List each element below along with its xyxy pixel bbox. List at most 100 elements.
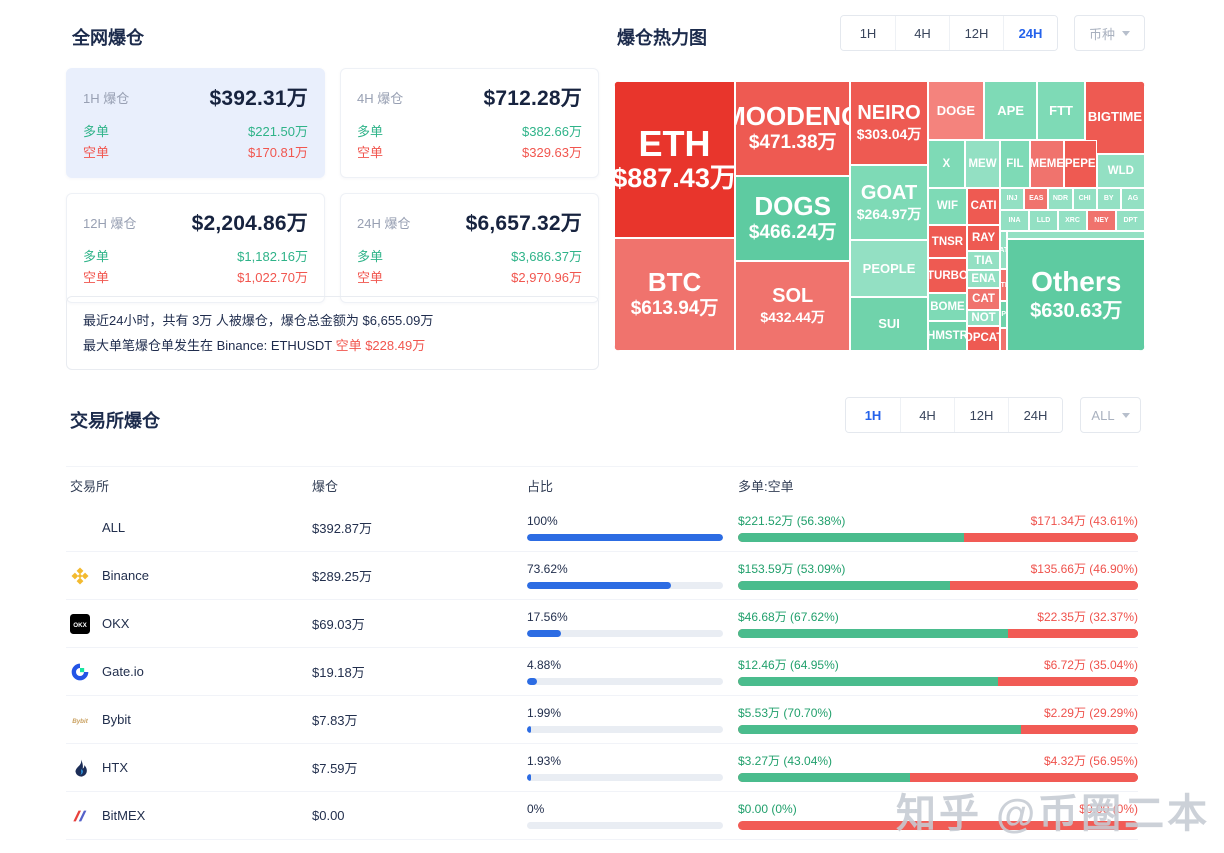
treemap-tile-hmstr[interactable]: HMSTR: [928, 321, 967, 351]
treemap-tile-x[interactable]: X: [928, 140, 965, 188]
treemap-tile-dpt[interactable]: DPT: [1116, 210, 1145, 231]
treemap-tile-ftt[interactable]: FTT: [1037, 81, 1085, 140]
share-percent-label: 100%: [527, 514, 738, 528]
treemap-tile-tnsr[interactable]: TNSR: [928, 225, 967, 258]
share-percent-label: 1.93%: [527, 754, 738, 768]
treemap-tile-ney[interactable]: NEY: [1087, 210, 1116, 231]
exchange-tab-4h[interactable]: 4H: [900, 398, 954, 432]
treemap-tile-cati[interactable]: CATI: [967, 188, 1000, 225]
share-cell: 0%: [527, 802, 738, 829]
treemap-tile-bome[interactable]: BOME: [928, 293, 967, 321]
treemap-tile-ndr[interactable]: NDR: [1048, 188, 1072, 210]
liquidation-value: $7.83万: [312, 710, 527, 729]
long-short-cell: $153.59万 (53.09%)$135.66万 (46.90%): [738, 562, 1138, 590]
table-row-okx[interactable]: OKXOKX$69.03万17.56%$46.68万 (67.62%)$22.3…: [66, 600, 1138, 648]
short-value: $2,970.96万: [511, 267, 582, 288]
treemap-tile-meme[interactable]: MEME: [1030, 140, 1064, 188]
exchange-tab-1h[interactable]: 1H: [846, 398, 900, 432]
treemap-tile-wif[interactable]: WIF: [928, 188, 967, 225]
heatmap-tab-12h[interactable]: 12H: [949, 16, 1003, 50]
exchange-tab-12h[interactable]: 12H: [954, 398, 1008, 432]
table-row-bitmex[interactable]: BitMEX$0.000%$0.00 (0%)$0.00 (0%): [66, 792, 1138, 840]
treemap-tile-eth[interactable]: ETH$887.43万: [614, 81, 735, 238]
exchange-name: Bybit: [102, 712, 131, 727]
treemap-tile-eas[interactable]: EAS: [1024, 188, 1048, 210]
tile-symbol: PEPE: [1065, 157, 1096, 171]
treemap-tile-fil[interactable]: FIL: [1000, 140, 1030, 188]
treemap-tile-xrc[interactable]: XRC: [1058, 210, 1087, 231]
short-value: $170.81万: [248, 142, 308, 163]
treemap-tile-chi[interactable]: CHI: [1073, 188, 1097, 210]
treemap-tile-inj[interactable]: INJ: [1000, 188, 1024, 210]
treemap-tile-btc[interactable]: BTC$613.94万: [614, 238, 735, 351]
treemap-tile-people[interactable]: PEOPLE: [850, 240, 928, 297]
table-row-bybit[interactable]: BybitBybit$7.83万1.99%$5.53万 (70.70%)$2.2…: [66, 696, 1138, 744]
liquidation-dashboard: 全网爆仓 1H 爆仓$392.31万多单$221.50万空单$170.81万4H…: [0, 0, 1224, 853]
summary-line2: 最大单笔爆仓单发生在 Binance: ETHUSDT 空单 $228.49万: [83, 333, 582, 358]
treemap-tile-moodeng[interactable]: MOODENG$471.38万: [735, 81, 850, 176]
treemap-tile-cat[interactable]: CAT: [967, 288, 1000, 310]
treemap-tile-ena[interactable]: ENA: [967, 270, 1000, 288]
treemap-tile-wld[interactable]: WLD: [1097, 154, 1145, 188]
short-amount: $2.29万 (29.29%): [1044, 706, 1138, 720]
heatmap-tab-1h[interactable]: 1H: [841, 16, 895, 50]
treemap-tile-goat[interactable]: GOAT$264.97万: [850, 165, 928, 241]
long-short-bar: [738, 725, 1138, 734]
treemap-tile-mew[interactable]: MEW: [965, 140, 1000, 188]
table-row-all[interactable]: ALL$392.87万100%$221.52万 (56.38%)$171.34万…: [66, 504, 1138, 552]
treemap-tile-not[interactable]: NOT: [967, 310, 1000, 326]
liquidation-card-4h[interactable]: 4H 爆仓$712.28万多单$382.66万空单$329.63万: [340, 68, 599, 178]
tile-symbol: ETH: [639, 125, 711, 163]
tile-symbol: MOODENG: [735, 101, 850, 131]
liquidation-card-24h[interactable]: 24H 爆仓$6,657.32万多单$3,686.37万空单$2,970.96万: [340, 193, 599, 303]
tile-symbol: HMSTR: [928, 329, 967, 343]
liquidation-value: $289.25万: [312, 566, 527, 585]
heatmap-tab-4h[interactable]: 4H: [895, 16, 949, 50]
exchange-name: Gate.io: [102, 664, 144, 679]
treemap-tile-lld[interactable]: LLD: [1029, 210, 1058, 231]
exchange-name: HTX: [102, 760, 128, 775]
treemap-tile-sol[interactable]: SOL$432.44万: [735, 261, 850, 351]
short-amount: $4.32万 (56.95%): [1044, 754, 1138, 768]
treemap-tile-opcat[interactable]: OPCAT: [967, 326, 1000, 351]
treemap-tile-by[interactable]: BY: [1097, 188, 1121, 210]
treemap-tile-turbo[interactable]: TURBO: [928, 258, 967, 293]
treemap-tile-at[interactable]: AT: [1000, 231, 1007, 269]
treemap-tile-filler[interactable]: [1000, 328, 1007, 351]
table-row-binance[interactable]: Binance$289.25万73.62%$153.59万 (53.09%)$1…: [66, 552, 1138, 600]
share-progress-track: [527, 582, 723, 589]
treemap-tile-ti[interactable]: TI: [1000, 269, 1007, 301]
heatmap-tab-24h[interactable]: 24H: [1003, 16, 1057, 50]
short-label: 空单: [83, 267, 109, 288]
long-short-cell: $12.46万 (64.95%)$6.72万 (35.04%): [738, 658, 1138, 686]
exchange-filter-label: ALL: [1091, 408, 1114, 423]
table-row-gateio[interactable]: Gate.io$19.18万4.88%$12.46万 (64.95%)$6.72…: [66, 648, 1138, 696]
treemap-tile-neiro[interactable]: NEIRO$303.04万: [850, 81, 928, 165]
treemap-tile-tia[interactable]: TIA: [967, 251, 1000, 270]
treemap-tile-dogs[interactable]: DOGS$466.24万: [735, 176, 850, 261]
treemap-tile-p[interactable]: P: [1000, 301, 1007, 328]
share-cell: 73.62%: [527, 562, 738, 589]
liquidation-card-1h[interactable]: 1H 爆仓$392.31万多单$221.50万空单$170.81万: [66, 68, 325, 178]
exchange-tab-24h[interactable]: 24H: [1008, 398, 1062, 432]
table-row-htx[interactable]: HTX$7.59万1.93%$3.27万 (43.04%)$4.32万 (56.…: [66, 744, 1138, 792]
long-label: 多单: [83, 121, 109, 142]
treemap-tile-ag[interactable]: AG: [1121, 188, 1145, 210]
treemap-tile-sui[interactable]: SUI: [850, 297, 928, 351]
treemap-tile-others[interactable]: Others$630.63万: [1007, 239, 1145, 351]
treemap-tile-filler[interactable]: [1007, 231, 1145, 239]
share-percent-label: 73.62%: [527, 562, 738, 576]
svg-text:Bybit: Bybit: [72, 717, 89, 724]
tile-symbol: SOL: [772, 284, 813, 308]
treemap-tile-ray[interactable]: RAY: [967, 225, 1000, 251]
treemap-tile-ina[interactable]: INA: [1000, 210, 1029, 231]
binance-icon: [70, 566, 90, 586]
treemap-tile-pepe[interactable]: PEPE: [1064, 140, 1097, 188]
coin-dropdown[interactable]: 币种: [1074, 15, 1145, 51]
treemap-tile-doge[interactable]: DOGE: [928, 81, 984, 140]
liquidation-card-12h[interactable]: 12H 爆仓$2,204.86万多单$1,182.16万空单$1,022.70万: [66, 193, 325, 303]
treemap-tile-ape[interactable]: APE: [984, 81, 1037, 140]
col-long-short: 多单:空单: [738, 476, 1138, 495]
tile-symbol: ENA: [971, 272, 995, 286]
exchange-filter-dropdown[interactable]: ALL: [1080, 397, 1141, 433]
